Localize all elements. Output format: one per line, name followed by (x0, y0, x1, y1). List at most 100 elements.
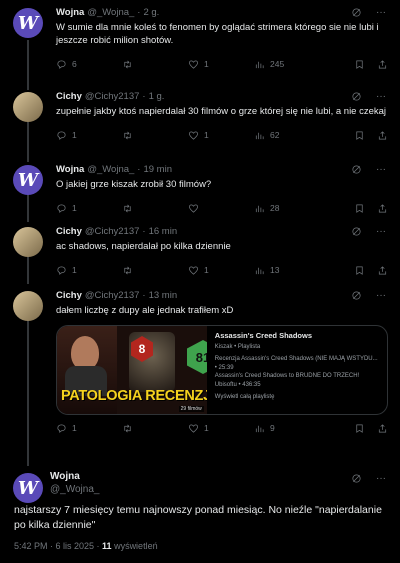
views-button[interactable]: 28 (254, 203, 314, 214)
like-button[interactable] (188, 203, 254, 214)
views-icon (255, 425, 264, 432)
avatar[interactable] (13, 227, 43, 257)
tweet-datetime[interactable]: 5:42 PM · 6 lis 2025 · (14, 541, 102, 551)
author-name[interactable]: Wojna (56, 7, 84, 19)
timestamp[interactable]: 1 g. (149, 91, 165, 103)
thumb-score-right: 81 (195, 349, 207, 365)
author-name[interactable]: Cichy (56, 290, 82, 302)
share-button[interactable] (377, 130, 388, 141)
retweet-button[interactable] (122, 130, 188, 141)
tweet[interactable]: Cichy @Cichy2137 · 13 min ··· dałem licz… (0, 283, 400, 455)
bookmark-button[interactable] (354, 423, 365, 434)
retweet-button[interactable] (122, 59, 188, 70)
author-name[interactable]: Cichy (56, 91, 82, 103)
retweet-icon (124, 204, 131, 212)
more-icon[interactable]: ··· (376, 91, 386, 105)
author-name[interactable]: Wojna (50, 470, 96, 483)
bookmark-button[interactable] (354, 59, 365, 70)
reply-count: 1 (72, 265, 77, 275)
views-icon (255, 61, 264, 68)
share-button[interactable] (377, 59, 388, 70)
reply-button[interactable]: 1 (56, 203, 122, 214)
reply-button[interactable]: 1 (56, 265, 122, 276)
author-handle[interactable]: @Cichy2137 (85, 91, 140, 103)
avatar[interactable]: W (13, 473, 43, 503)
separator-dot: · (142, 226, 146, 237)
author-handle[interactable]: @Cichy2137 (85, 226, 140, 238)
author-handle[interactable]: @Cichy2137 (85, 290, 140, 302)
bookmark-button[interactable] (354, 130, 365, 141)
views-count: 245 (270, 59, 285, 69)
share-button[interactable] (377, 203, 388, 214)
more-icon[interactable]: ··· (376, 164, 386, 178)
retweet-button[interactable] (122, 203, 188, 214)
author-handle[interactable]: @_Wojna_ (87, 7, 134, 19)
tweet[interactable]: Cichy @Cichy2137 · 16 min ··· ac shadows… (0, 219, 400, 283)
more-icon[interactable]: ··· (376, 226, 386, 240)
views-label: wyświetleń (111, 541, 158, 551)
avatar[interactable]: W (13, 8, 43, 38)
tweet[interactable]: W Wojna @_Wojna_ · 19 min ··· O jakiej g… (0, 157, 400, 219)
reply-button[interactable]: 6 (56, 59, 122, 70)
main-tweet[interactable]: W Wojna @_Wojna_ ··· najstarszy 7 miesię… (0, 455, 400, 563)
tweet[interactable]: W Wojna @_Wojna_ · 2 g. ··· W sumie dla … (0, 0, 400, 84)
more-icon[interactable]: ··· (376, 290, 386, 304)
avatar[interactable] (13, 291, 43, 321)
views-icon (255, 205, 264, 212)
author-handle[interactable]: @_Wojna_ (50, 483, 99, 496)
share-icon (378, 130, 387, 140)
share-button[interactable] (377, 265, 388, 276)
timestamp[interactable]: 13 min (149, 290, 178, 302)
retweet-button[interactable] (122, 423, 188, 434)
reply-icon (57, 59, 66, 69)
tweet[interactable]: Cichy @Cichy2137 · 1 g. ··· zupełnie jak… (0, 84, 400, 157)
thumb-title: PATOLOGIA RECENZJI (61, 388, 207, 404)
card-line: Recenzja Assassin's Creed Shadows (NIE M… (214, 356, 378, 371)
views-button[interactable]: 245 (254, 59, 314, 70)
grok-icon[interactable] (351, 7, 362, 21)
avatar[interactable]: W (13, 165, 43, 195)
grok-icon[interactable] (351, 91, 362, 105)
timestamp[interactable]: 2 g. (143, 7, 159, 19)
grok-icon[interactable] (351, 290, 362, 304)
like-button[interactable]: 1 (188, 130, 254, 141)
like-button[interactable]: 1 (188, 423, 254, 434)
views-count: 13 (270, 265, 280, 275)
author-handle[interactable]: @_Wojna_ (87, 164, 134, 176)
timestamp[interactable]: 16 min (149, 226, 178, 238)
more-icon[interactable]: ··· (376, 473, 386, 487)
timestamp[interactable]: 19 min (143, 164, 172, 176)
like-button[interactable]: 1 (188, 265, 254, 276)
retweet-icon (124, 60, 131, 68)
card-link[interactable]: Wyświetl całą playlistę (215, 393, 379, 402)
views-button[interactable]: 13 (254, 265, 314, 276)
avatar[interactable] (13, 92, 43, 122)
heart-icon (189, 265, 198, 275)
reply-count: 6 (72, 59, 77, 69)
tweet-meta: 5:42 PM · 6 lis 2025 · 11 wyświetleń (14, 541, 386, 551)
share-icon (378, 203, 387, 213)
grok-icon[interactable] (351, 473, 362, 487)
reply-count: 1 (72, 203, 77, 213)
bookmark-button[interactable] (354, 265, 365, 276)
author-name[interactable]: Wojna (56, 164, 84, 176)
reply-button[interactable]: 1 (56, 423, 122, 434)
author-name[interactable]: Cichy (56, 226, 82, 238)
card-thumbnail: 8 81 PATOLOGIA RECENZJI 29 filmów (57, 326, 207, 414)
tweet-text: W sumie dla mnie koleś to fenomen by ogl… (56, 22, 379, 46)
like-button[interactable]: 1 (188, 59, 254, 70)
share-icon (378, 265, 387, 275)
bookmark-button[interactable] (354, 203, 365, 214)
views-button[interactable]: 62 (254, 130, 314, 141)
retweet-button[interactable] (122, 265, 188, 276)
grok-icon[interactable] (351, 164, 362, 178)
views-button[interactable]: 9 (254, 423, 314, 434)
retweet-icon (124, 424, 131, 432)
grok-icon[interactable] (351, 226, 362, 240)
share-button[interactable] (377, 423, 388, 434)
more-icon[interactable]: ··· (376, 7, 386, 21)
reply-button[interactable]: 1 (56, 130, 122, 141)
like-count: 1 (204, 265, 209, 275)
share-icon (378, 59, 387, 69)
link-card[interactable]: 8 81 PATOLOGIA RECENZJI 29 filmów Assass… (56, 325, 388, 415)
